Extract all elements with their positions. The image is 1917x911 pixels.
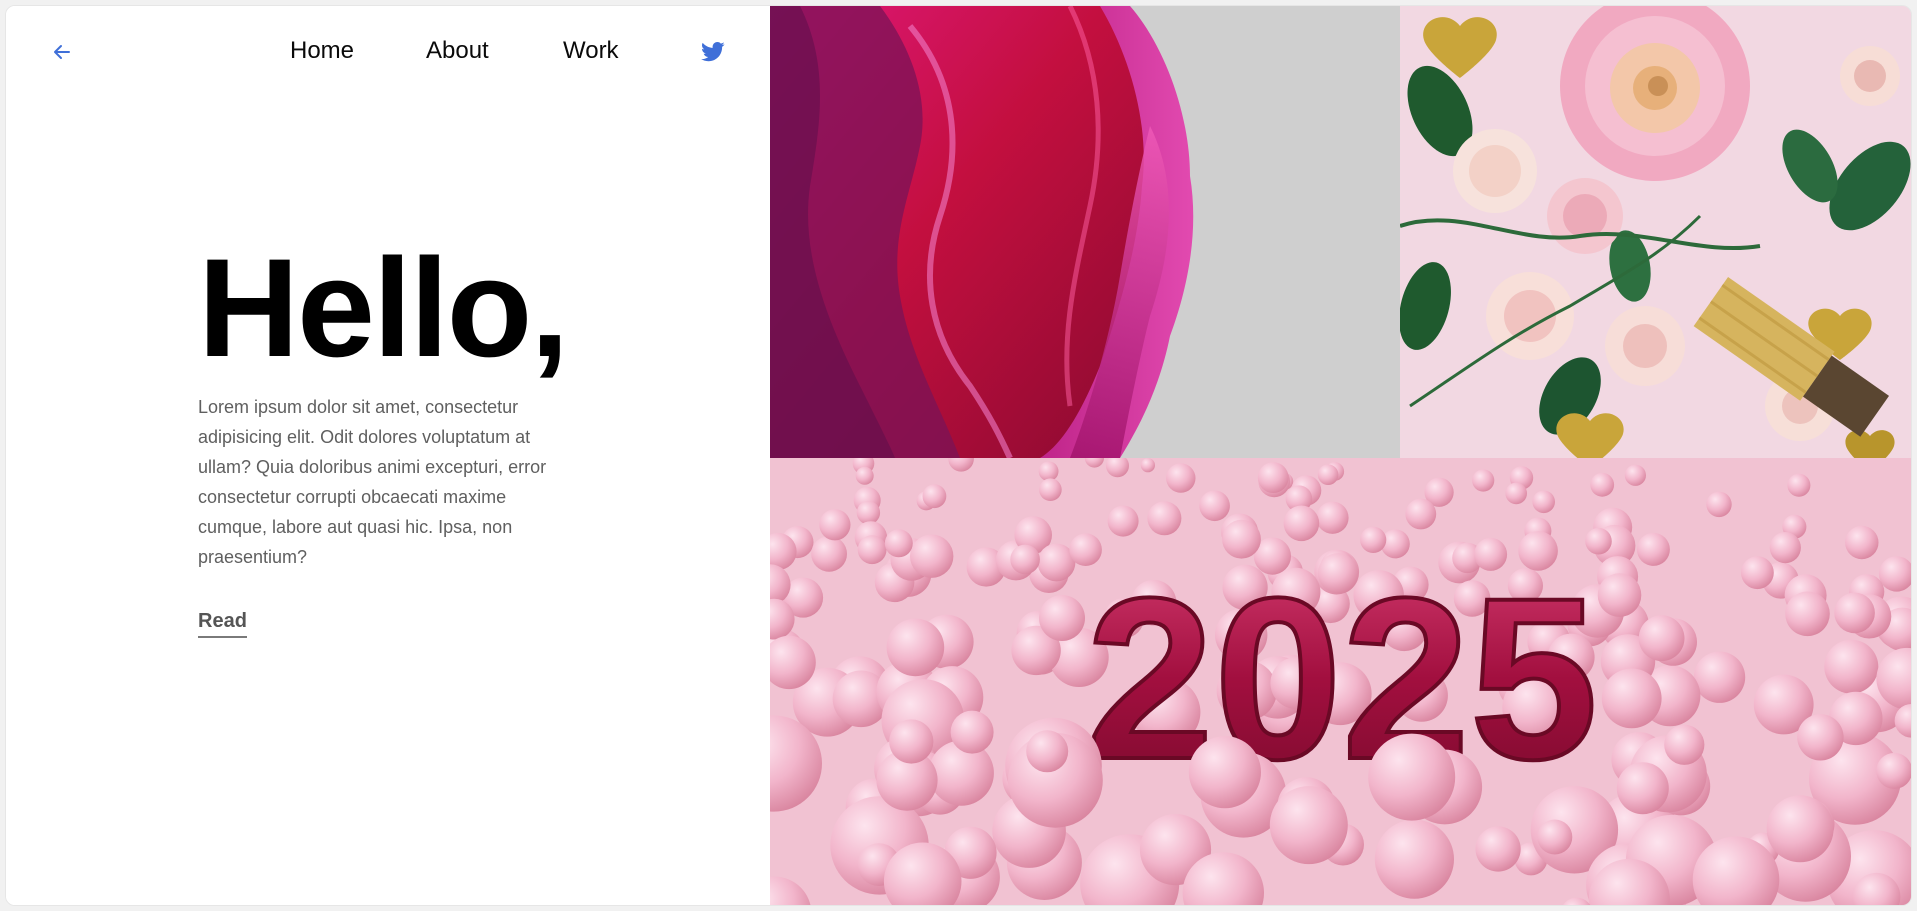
decorative-sphere (1316, 501, 1349, 534)
intro-panel: Home About Work Hello, Lorem ipsum dolor… (6, 6, 770, 905)
year-balloon-text: 2025 (1086, 550, 1598, 807)
decorative-sphere (1787, 473, 1811, 497)
decorative-sphere (1475, 826, 1521, 872)
decorative-sphere (1845, 525, 1879, 560)
decorative-sphere (1590, 472, 1615, 497)
page-frame: Home About Work Hello, Lorem ipsum dolor… (5, 5, 1912, 906)
decorative-sphere (1166, 463, 1196, 493)
nav-work-link[interactable]: Work (563, 36, 619, 66)
decorative-sphere (1374, 819, 1454, 899)
decorative-sphere (1188, 736, 1261, 809)
decorative-sphere (855, 466, 874, 485)
decorative-sphere (811, 536, 847, 572)
decorative-sphere (1107, 505, 1139, 537)
decorative-sphere (1283, 505, 1320, 542)
decorative-sphere (1368, 733, 1456, 821)
twitter-icon (701, 42, 725, 62)
new-year-2025-image: 2025 (770, 458, 1911, 905)
decorative-sphere (1405, 498, 1437, 530)
decorative-sphere (1741, 556, 1774, 590)
main-nav: Home About Work (6, 36, 770, 66)
decorative-sphere (1601, 668, 1662, 729)
hero-body-text: Lorem ipsum dolor sit amet, consectetur … (198, 397, 547, 567)
nav-home-link[interactable]: Home (290, 36, 354, 66)
roses-image (1400, 6, 1911, 458)
decorative-sphere (1039, 595, 1085, 641)
decorative-sphere (1269, 786, 1348, 865)
decorative-sphere (950, 710, 994, 754)
decorative-sphere (1472, 469, 1495, 492)
decorative-sphere (889, 719, 934, 764)
decorative-sphere (910, 534, 954, 578)
decorative-sphere (1140, 458, 1155, 473)
decorative-sphere (1824, 639, 1879, 694)
decorative-sphere (1317, 464, 1339, 485)
decorative-sphere (884, 529, 913, 558)
decorative-sphere (1038, 461, 1059, 482)
decorative-sphere (1693, 651, 1746, 703)
decorative-sphere (1026, 730, 1069, 773)
decorative-sphere (1797, 714, 1844, 761)
decorative-sphere (857, 535, 887, 565)
decorative-sphere (856, 501, 881, 525)
decorative-sphere (886, 618, 945, 677)
decorative-sphere (1616, 762, 1669, 815)
decorative-sphere (1257, 462, 1289, 493)
decorative-sphere (1039, 478, 1062, 501)
decorative-sphere (1766, 795, 1834, 863)
decorative-sphere (1785, 591, 1830, 637)
decorative-sphere (1505, 482, 1527, 505)
decorative-sphere (1597, 573, 1642, 617)
decorative-sphere (1638, 615, 1685, 662)
nav-about-link[interactable]: About (426, 36, 489, 66)
decorative-sphere (1706, 491, 1732, 518)
read-link[interactable]: Read (198, 610, 247, 638)
decorative-sphere (1876, 752, 1911, 789)
decorative-sphere (1537, 819, 1573, 855)
decorative-sphere (1664, 724, 1705, 765)
hero-title: Hello, (198, 229, 569, 386)
decorative-sphere (1532, 490, 1555, 514)
decorative-sphere (819, 509, 851, 541)
decorative-sphere (1624, 464, 1646, 486)
decorative-sphere (1147, 501, 1182, 536)
twitter-button[interactable] (701, 42, 725, 62)
decorative-sphere (1769, 532, 1801, 564)
decorative-sphere (1636, 532, 1670, 566)
decorative-sphere (922, 484, 947, 509)
hero-section: Hello, Lorem ipsum dolor sit amet, conse… (198, 238, 598, 638)
decorative-sphere (1834, 592, 1875, 634)
decorative-sphere (1010, 544, 1040, 575)
decorative-sphere (1199, 490, 1230, 522)
image-gallery: 2025 (770, 6, 1911, 905)
silk-ribbon-image (770, 6, 1400, 458)
